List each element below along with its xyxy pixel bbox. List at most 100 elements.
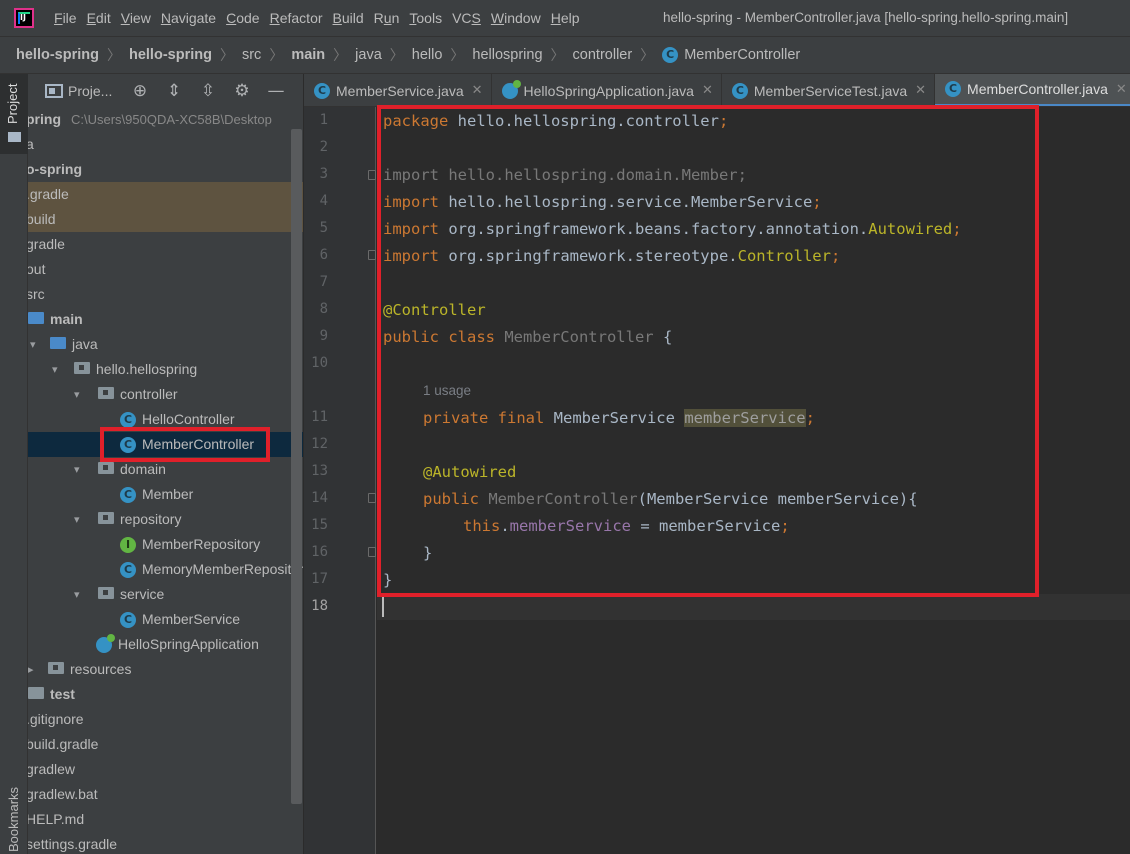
menu-build[interactable]: Build [333,10,364,26]
tree-item[interactable]: C MemberService [28,607,303,632]
tree-item-node: .gradle [28,182,69,207]
tree-item[interactable]: I MemberRepository [28,532,303,557]
tree-item[interactable]: o-spring [28,157,303,182]
tree-item-label: hello.hellospring [96,361,198,377]
tree-item[interactable]: ▾ java [28,332,303,357]
tree-item[interactable]: ▾ controller [28,382,303,407]
tree-item[interactable]: ▾ service [28,582,303,607]
tree-item[interactable]: HELP.md [28,807,303,832]
chevron-down-icon[interactable]: ▾ [30,332,36,357]
project-view-selector[interactable]: Proje... [68,83,116,99]
project-tool-label: Project [5,83,20,124]
tree-item-node: main [28,307,83,332]
collapse-all-icon[interactable]: ⇳ [198,81,218,101]
breadcrumb-item[interactable]: hello-spring [16,47,99,63]
code-line-14: public MemberController(MemberService me… [423,490,918,508]
editor-tab[interactable]: HelloSpringApplication.java ✕ [492,74,722,106]
test-class-icon: C [731,82,748,99]
breadcrumb-item[interactable]: hello [412,47,443,63]
tree-item[interactable]: .gitignore [28,707,303,732]
tree-item[interactable]: build [28,207,303,232]
breadcrumb-item[interactable]: controller [573,47,633,63]
fold-marker-icon[interactable] [368,250,376,260]
tree-item[interactable]: ▸ resources [28,657,303,682]
expand-all-icon[interactable]: ⇕ [164,81,184,101]
tree-item[interactable]: ▾ domain [28,457,303,482]
menu-code[interactable]: Code [226,10,259,26]
tree-item-node: gradle [28,232,65,257]
line-number: 12 [311,436,328,452]
package-icon [98,512,114,525]
tree-item[interactable]: main [28,307,303,332]
close-icon[interactable]: ✕ [472,83,483,98]
tree-item-label: domain [120,461,166,477]
tree-item[interactable]: gradlew.bat [28,782,303,807]
tree-item[interactable]: .gradle [28,182,303,207]
code-line-8: @Controller [383,301,486,319]
breadcrumb-item[interactable]: java [355,47,382,63]
fold-marker-icon[interactable] [368,170,376,180]
chevron-down-icon[interactable]: ▾ [74,382,80,407]
tree-item[interactable]: ▾ repository [28,507,303,532]
tree-item[interactable]: src [28,282,303,307]
usage-hint[interactable]: 1 usage [423,383,471,398]
menu-run[interactable]: Run [374,10,400,26]
tree-item[interactable]: HelloSpringApplication [28,632,303,657]
tree-item-label: MemberService [142,611,241,627]
intellij-logo-icon[interactable]: IJ [14,8,34,28]
tree-item[interactable]: test [28,682,303,707]
line-number: 18 [311,598,328,614]
chevron-down-icon[interactable]: ▾ [74,457,80,482]
fold-marker-icon[interactable] [368,493,376,503]
tree-item[interactable]: C MemoryMemberRepositor [28,557,303,582]
menu-vcs[interactable]: VCS [452,10,481,26]
breadcrumb-item[interactable]: C MemberController [662,47,800,64]
tree-item[interactable]: C MemberController [28,432,303,457]
editor-tab[interactable]: C MemberServiceTest.java ✕ [722,74,936,106]
chevron-down-icon[interactable]: ▾ [74,582,80,607]
tree-item[interactable]: gradlew [28,757,303,782]
tree-item-label: HelloController [142,411,235,427]
tree-item[interactable]: C HelloController [28,407,303,432]
menu-refactor[interactable]: Refactor [270,10,323,26]
line-number: 15 [311,517,328,533]
project-tool-button[interactable]: Project [0,74,28,154]
menu-navigate[interactable]: Navigate [161,10,216,26]
hide-panel-icon[interactable]: — [266,81,286,101]
menu-edit[interactable]: Edit [87,10,111,26]
editor-tab[interactable]: C MemberController.java ✕ [935,74,1130,106]
tree-root[interactable]: pring C:\Users\950QDA-XC58B\Desktop [28,107,303,132]
tree-item[interactable]: a [28,132,303,157]
code-line-4: import hello.hellospring.service.MemberS… [383,193,822,211]
menu-help[interactable]: Help [551,10,580,26]
bookmarks-tool-button[interactable]: Bookmarks [6,787,21,852]
tree-item[interactable]: ▾ hello.hellospring [28,357,303,382]
close-icon[interactable]: ✕ [915,83,926,98]
breadcrumb-item[interactable]: src [242,47,261,63]
locate-file-icon[interactable]: ⊕ [130,81,150,101]
class-icon: C [120,437,136,454]
caret-row [377,594,1130,620]
chevron-down-icon[interactable]: ▾ [52,357,58,382]
menu-view[interactable]: View [121,10,151,26]
fold-marker-icon[interactable] [368,547,376,557]
close-icon[interactable]: ✕ [1116,82,1127,97]
breadcrumb-item[interactable]: main [291,47,325,63]
tree-item[interactable]: C Member [28,482,303,507]
breadcrumb-item[interactable]: hellospring [472,47,542,63]
menu-window[interactable]: Window [491,10,541,26]
gear-icon[interactable]: ⚙ [232,81,252,101]
tree-item[interactable]: gradle [28,232,303,257]
tree-item[interactable]: out [28,257,303,282]
editor-tab[interactable]: C MemberService.java ✕ [304,74,492,106]
tree-item[interactable]: build.gradle [28,732,303,757]
chevron-right-icon[interactable]: ▸ [28,657,34,682]
tree-item[interactable]: settings.gradle [28,832,303,854]
menu-tools[interactable]: Tools [409,10,442,26]
menu-file[interactable]: File [54,10,77,26]
tree-item-node: resources [48,657,131,682]
breadcrumb-item[interactable]: hello-spring [129,47,212,63]
tree-item-node: domain [98,457,166,482]
chevron-down-icon[interactable]: ▾ [74,507,80,532]
close-icon[interactable]: ✕ [702,83,713,98]
